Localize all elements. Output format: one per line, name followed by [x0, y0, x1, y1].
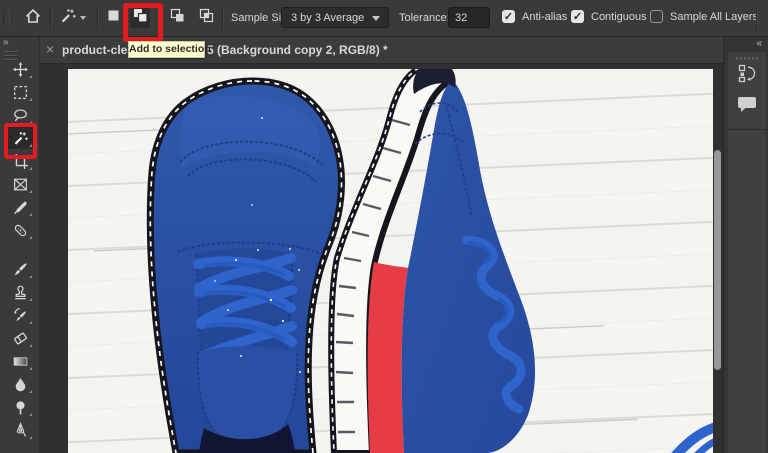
subtract-from-selection-icon [169, 7, 186, 29]
document-title-right: 5 (Background copy 2, RGB/8) * [207, 43, 388, 57]
close-tab-icon[interactable]: × [46, 41, 54, 57]
comment-icon [736, 94, 758, 119]
tolerance-label: Tolerance: [399, 12, 450, 24]
contiguous-checkbox[interactable]: ✓ Contiguous [571, 10, 647, 23]
anti-alias-checkbox[interactable]: ✓ Anti-alias [502, 10, 567, 23]
vertical-scrollbar-thumb[interactable] [714, 150, 721, 370]
tool-pen[interactable] [6, 419, 34, 441]
tool-rectangular-marquee[interactable] [6, 81, 34, 103]
home-button[interactable] [23, 8, 43, 28]
new-selection-button[interactable] [103, 8, 123, 28]
divider [222, 6, 224, 30]
dock-grip[interactable] [736, 57, 758, 60]
tool-history-brush[interactable] [6, 304, 34, 326]
document-canvas[interactable] [68, 69, 713, 453]
tool-dodge[interactable] [6, 396, 34, 418]
checkbox-label: Anti-alias [522, 11, 567, 23]
tool-eraser[interactable] [6, 327, 34, 349]
checkbox-label: Sample All Layers [670, 11, 758, 23]
magic-wand-icon [59, 7, 77, 30]
history-panel-button[interactable] [735, 64, 759, 88]
tool-brush[interactable] [6, 258, 34, 280]
divider [756, 6, 758, 30]
divider [50, 6, 52, 30]
comments-panel-button[interactable] [735, 94, 759, 118]
home-icon [24, 7, 42, 30]
tolerance-input[interactable] [448, 7, 490, 28]
add-to-selection-tooltip: Add to selection [128, 41, 205, 58]
tool-frame[interactable] [6, 173, 34, 195]
tool-gradient[interactable] [6, 350, 34, 372]
intersect-selection-button[interactable] [196, 8, 216, 28]
annotation-box-add-to-selection [123, 3, 163, 42]
checkbox-check-icon: ✓ [571, 10, 584, 23]
tool-blur[interactable] [6, 373, 34, 395]
tools-panel: » [0, 36, 40, 453]
sample-size-dropdown[interactable]: 3 by 3 Average [281, 7, 389, 28]
options-bar-grip[interactable] [3, 10, 10, 26]
sample-size-value: 3 by 3 Average [291, 12, 364, 24]
intersect-selection-icon [198, 7, 215, 29]
history-icon [737, 63, 758, 89]
checkbox-check-icon [650, 10, 663, 23]
subtract-from-selection-button[interactable] [167, 8, 187, 28]
chevron-down-icon [372, 16, 380, 21]
new-selection-icon [105, 7, 122, 29]
panel-icon-column [728, 52, 766, 453]
options-bar: Sample Size: 3 by 3 Average Tolerance: ✓… [0, 0, 768, 37]
tool-spot-healing-brush[interactable] [6, 219, 34, 241]
dock-divider [728, 129, 766, 130]
annotation-box-magic-wand-tool [4, 123, 37, 159]
canvas-area [40, 64, 723, 453]
chevron-down-icon [80, 16, 86, 20]
checkbox-check-icon: ✓ [502, 10, 515, 23]
photoshop-window: Sample Size: 3 by 3 Average Tolerance: ✓… [0, 0, 768, 453]
divider [97, 6, 99, 30]
collapse-panels-icon[interactable]: « [756, 38, 761, 49]
expand-tools-icon[interactable]: » [3, 37, 8, 48]
tool-move[interactable] [6, 58, 34, 80]
tool-eyedropper[interactable] [6, 196, 34, 218]
tool-preset-magic-wand[interactable] [55, 8, 89, 28]
panel-dock: « [723, 36, 768, 453]
sample-all-layers-checkbox[interactable]: Sample All Layers [650, 10, 758, 23]
checkbox-label: Contiguous [591, 11, 647, 23]
tool-clone-stamp[interactable] [6, 281, 34, 303]
